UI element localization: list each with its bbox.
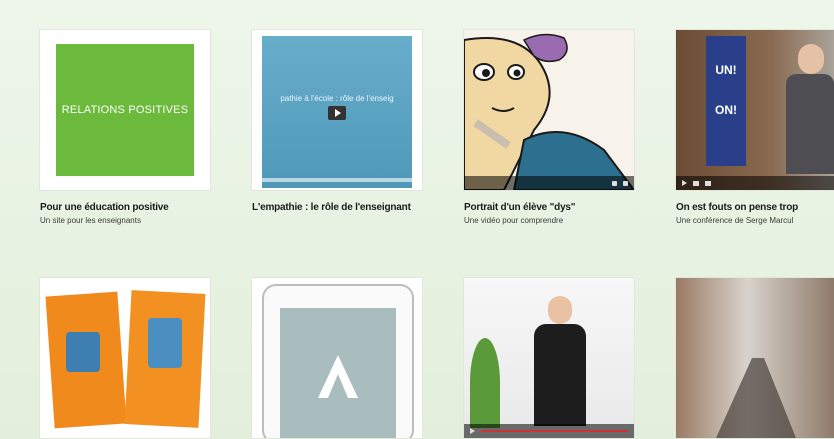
- progress-bar[interactable]: [481, 430, 628, 432]
- card-title[interactable]: L'empathie : le rôle de l'enseignant: [252, 202, 422, 213]
- card-brochures[interactable]: [40, 278, 210, 438]
- fullscreen-icon[interactable]: [623, 180, 628, 186]
- thumb-empathie-video[interactable]: pathie à l'école : rôle de l'enseig: [252, 30, 422, 190]
- banner: UN! ON!: [706, 36, 746, 166]
- thumb-label: pathie à l'école : rôle de l'enseig: [280, 94, 394, 103]
- card-education-positive[interactable]: RELATIONS POSITIVES Pour une éducation p…: [40, 30, 210, 225]
- card-title[interactable]: Pour une éducation positive: [40, 202, 210, 213]
- card-street-crowd[interactable]: [676, 278, 834, 438]
- card-tablet[interactable]: [252, 278, 422, 438]
- thumb-tablet[interactable]: [252, 278, 422, 438]
- card-title[interactable]: On est fouts on pense trop: [676, 202, 834, 213]
- thumb-eleve-dys-video[interactable]: [464, 30, 634, 190]
- play-icon[interactable]: [470, 428, 475, 434]
- volume-icon[interactable]: [705, 180, 711, 186]
- card-signer[interactable]: [464, 278, 634, 438]
- card-empathie[interactable]: pathie à l'école : rôle de l'enseig L'em…: [252, 30, 422, 216]
- logo-icon: [318, 355, 358, 398]
- card-subtitle: Une conférence de Serge Marcul: [676, 216, 794, 225]
- thumb-label: RELATIONS POSITIVES: [61, 104, 189, 116]
- card-subtitle: Un site pour les enseignants: [40, 216, 141, 225]
- video-controls[interactable]: [464, 424, 634, 438]
- card-on-pense-trop[interactable]: UN! ON! On est fouts on pense trop Une c…: [676, 30, 834, 225]
- thumb-relations-positives[interactable]: RELATIONS POSITIVES: [40, 30, 210, 190]
- card-subtitle: Une vidéo pour comprendre: [464, 216, 564, 225]
- settings-icon[interactable]: [612, 180, 617, 186]
- thumb-signer-video[interactable]: [464, 278, 634, 438]
- signer-person: [534, 296, 586, 426]
- play-button-icon[interactable]: [328, 106, 346, 120]
- skip-icon[interactable]: [693, 180, 699, 186]
- cartoon-illustration: [464, 30, 634, 190]
- card-eleve-dys[interactable]: Portrait d'un élève "dys" Une vidéo pour…: [464, 30, 634, 225]
- thumb-brochures[interactable]: [40, 278, 210, 438]
- thumb-conference-video[interactable]: UN! ON!: [676, 30, 834, 190]
- plant: [470, 338, 500, 428]
- card-title[interactable]: Portrait d'un élève "dys": [464, 202, 634, 213]
- thumb-street-photo[interactable]: [676, 278, 834, 438]
- banner-text: UN! ON!: [715, 63, 737, 117]
- play-icon[interactable]: [682, 180, 687, 186]
- video-controls[interactable]: [676, 176, 834, 190]
- speaker: [786, 44, 834, 174]
- video-controls[interactable]: [464, 176, 634, 190]
